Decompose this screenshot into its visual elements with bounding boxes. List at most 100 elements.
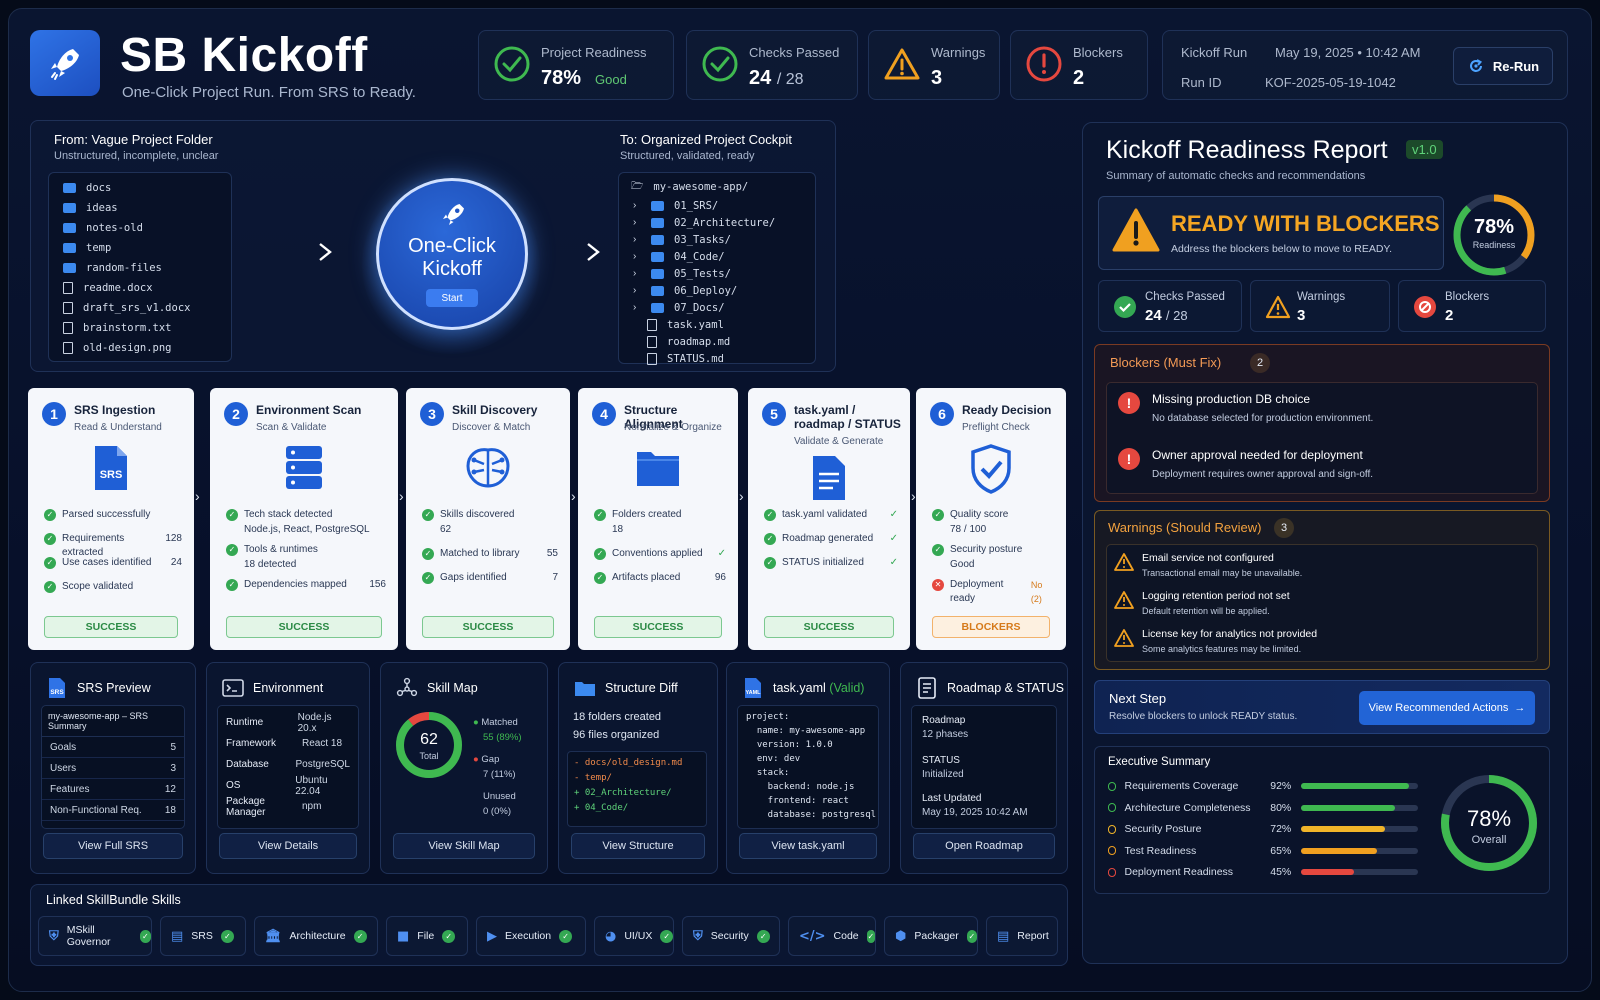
view-actions-button[interactable]: View Recommended Actions → — [1359, 691, 1535, 725]
tree-item[interactable]: › 04_Code/ — [619, 248, 815, 265]
updated-label: Last Updated — [922, 793, 982, 804]
view-structure-button[interactable]: View Structure — [571, 833, 705, 859]
play-icon: ▶ — [487, 928, 497, 944]
checks-label: Checks Passed — [749, 45, 840, 60]
srs-row-key: Users — [50, 762, 77, 774]
step-check: ✓ task.yaml validated ✓ — [764, 508, 898, 522]
tree-item[interactable]: roadmap.md — [619, 333, 815, 350]
folder-icon — [63, 243, 76, 253]
tree-root[interactable]: 🗁 my-awesome-app/ — [619, 177, 815, 197]
tree-item[interactable]: notes-old — [49, 218, 231, 238]
blocker-desc: Deployment requires owner approval and s… — [1152, 469, 1374, 480]
yaml-line: env: dev — [746, 754, 801, 764]
tree-root-label: my-awesome-app/ — [653, 181, 749, 193]
skill-chip[interactable]: ▤ Report — [986, 916, 1058, 956]
start-button[interactable]: Start — [426, 289, 478, 307]
tree-item[interactable]: › 07_Docs/ — [619, 299, 815, 316]
skill-chip-label: Security — [710, 930, 749, 942]
task-yaml-card: YAML task.yaml (Valid) project: name: my… — [726, 662, 890, 874]
tree-item[interactable]: old-design.png — [49, 338, 231, 358]
tree-item[interactable]: ideas — [49, 198, 231, 218]
env-row-value: React 18 — [302, 738, 343, 749]
tree-item[interactable]: › 01_SRS/ — [619, 197, 815, 214]
pipeline-step[interactable]: 4 Structure Alignment Normalize & Organize… — [578, 388, 738, 650]
tree-item[interactable]: draft_srs_v1.docx — [49, 298, 231, 318]
code-icon: </> — [799, 928, 826, 944]
pipeline-step[interactable]: 5 task.yaml / roadmap / STATUS Validate & G… — [748, 388, 910, 650]
pipeline-step[interactable]: 1 SRS Ingestion Read & Understand SRS ✓ Parse… — [28, 388, 194, 650]
legend-gap-value: 7 (11%) — [483, 769, 516, 780]
server-stack-icon — [210, 444, 398, 496]
skill-chip[interactable]: ⬢ Packager ✓ — [884, 916, 978, 956]
tree-item[interactable]: random-files — [49, 258, 231, 278]
env-row-value: Ubuntu 22.04 — [295, 774, 328, 797]
report-version: v1.0 — [1406, 140, 1443, 159]
tree-item[interactable]: task.yaml — [619, 316, 815, 333]
skill-chip[interactable]: ◕ UI/UX ✓ — [594, 916, 674, 956]
right-arrow-icon — [550, 243, 600, 261]
exec-row-bar — [1301, 826, 1418, 832]
tree-item[interactable]: › 03_Tasks/ — [619, 231, 815, 248]
check-icon: ✓ — [226, 579, 238, 591]
step-check: ✓ Tech stack detected — [226, 508, 386, 522]
warnings-label: Warnings — [931, 45, 986, 60]
skill-chip[interactable]: ▤ SRS ✓ — [160, 916, 246, 956]
skill-chip[interactable]: ■ File ✓ — [386, 916, 468, 956]
folder-icon: ■ — [397, 928, 410, 944]
step-check: ✓ Artifacts placed 96 — [594, 571, 726, 585]
skill-chip[interactable]: ⛨ MSkill Governor ✓ — [38, 916, 152, 956]
tree-item-label: 07_Docs/ — [674, 301, 725, 314]
readiness-status: Good — [595, 72, 627, 87]
shield-check-icon: ⛨ — [693, 928, 703, 944]
checks-number: 24 — [749, 67, 772, 89]
kickoff-button[interactable]: One-Click Kickoff Start — [376, 178, 528, 330]
pipeline-step[interactable]: 2 Environment Scan Scan & Validate ✓ Tech st… — [210, 388, 398, 650]
exec-row-percent: 72% — [1270, 823, 1292, 835]
exec-row-bar-fill — [1301, 804, 1395, 811]
tree-item[interactable]: › 02_Architecture/ — [619, 214, 815, 231]
step-check: ✓ Skills discovered — [422, 508, 558, 522]
step-check: ✓ Parsed successfully — [44, 508, 182, 522]
view-task-yaml-button[interactable]: View task.yaml — [739, 833, 877, 859]
view-skill-map-button[interactable]: View Skill Map — [393, 833, 535, 859]
step-status-badge: SUCCESS — [764, 616, 894, 638]
skill-chip[interactable]: 🏛 Architecture ✓ — [254, 916, 378, 956]
blocker-title: Missing production DB choice — [1152, 392, 1311, 406]
skill-chip[interactable]: ▶ Execution ✓ — [476, 916, 586, 956]
exec-row: Architecture Completeness 80% — [1108, 800, 1418, 816]
step-number: 5 — [762, 402, 786, 426]
step-check: ✓ Folders created — [594, 508, 726, 522]
tree-item[interactable]: brainstorm.txt — [49, 318, 231, 338]
step-check: ✓ Quality score — [932, 508, 1054, 522]
pipeline-step[interactable]: 6 Ready Decision Preflight Check ✓ Quality s… — [916, 388, 1066, 650]
report-status: READY WITH BLOCKERS — [1171, 211, 1440, 236]
view-full-srs-button[interactable]: View Full SRS — [43, 833, 183, 859]
step-check: ✓ Tools & runtimes — [226, 543, 386, 557]
rerun-button[interactable]: Re-Run — [1453, 47, 1553, 85]
status-label: STATUS — [922, 755, 960, 766]
check-label: 18 detected — [244, 559, 297, 570]
tree-item[interactable]: › 05_Tests/ — [619, 265, 815, 282]
skill-map-card: Skill Map 62 Total ● Matched 55 (89%) ● … — [380, 662, 548, 874]
tree-item[interactable]: readme.docx — [49, 278, 231, 298]
open-roadmap-button[interactable]: Open Roadmap — [913, 833, 1055, 859]
tree-item[interactable]: docs — [49, 178, 231, 198]
tree-item[interactable]: STATUS.md — [619, 350, 815, 367]
view-details-button[interactable]: View Details — [219, 833, 357, 859]
chevron-right-icon: › — [633, 268, 637, 279]
yaml-file-icon: YAML — [745, 678, 761, 698]
check-icon: ✓ — [764, 557, 776, 569]
tree-item[interactable]: › 06_Deploy/ — [619, 282, 815, 299]
skill-chip[interactable]: </> Code ✓ — [788, 916, 876, 956]
skill-chip[interactable]: ⛨ Security ✓ — [682, 916, 780, 956]
check-label: Skills discovered — [440, 509, 515, 520]
srs-row-value: 3 — [170, 762, 176, 774]
pipeline-step[interactable]: 3 Skill Discovery Discover & Match ✓ Skills … — [406, 388, 570, 650]
step-title-line: Skill Discovery — [452, 403, 538, 417]
tree-item[interactable]: temp — [49, 238, 231, 258]
tree-item-label: old-design.png — [83, 342, 172, 354]
shield-star-icon: ⛨ — [49, 928, 59, 944]
yaml-valid-badge: (Valid) — [829, 681, 865, 695]
check-label: Deployment ready — [950, 579, 1004, 604]
folder-icon — [63, 183, 76, 193]
